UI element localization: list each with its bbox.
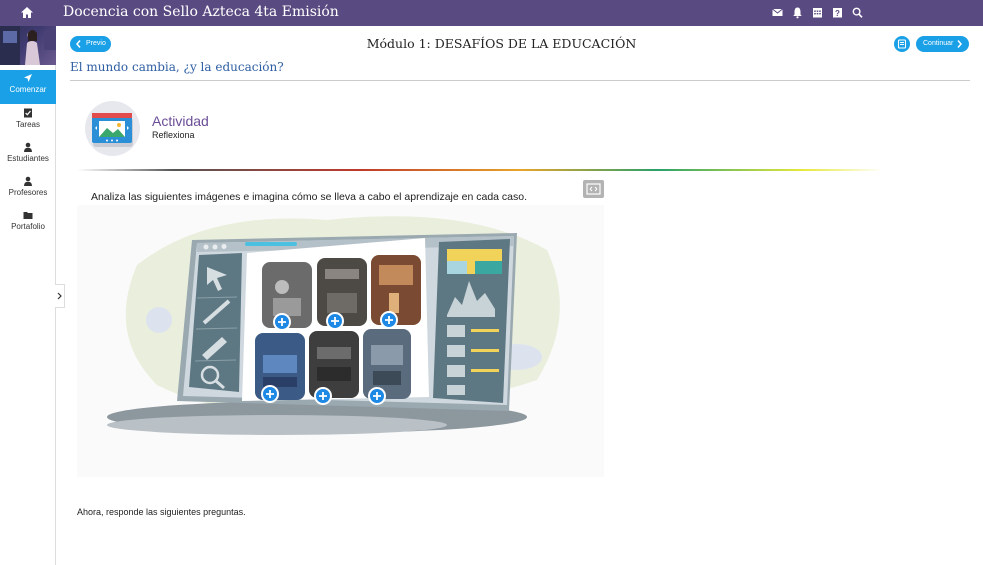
interactive-illustration [77, 205, 604, 477]
activity-subtitle: Reflexiona [152, 130, 195, 140]
activity-label: Actividad [152, 113, 209, 129]
sidebar-item-portafolio[interactable]: Portafolio [0, 207, 56, 241]
sidebar-item-label: Estudiantes [7, 154, 49, 163]
top-icons: ? [772, 6, 863, 19]
sidebar-item-comenzar[interactable]: Comenzar [0, 70, 56, 104]
sidebar-item-estudiantes[interactable]: Estudiantes [0, 139, 56, 173]
divider [70, 80, 970, 81]
save-button[interactable] [894, 36, 910, 52]
sidebar: Comenzar Tareas Estudiantes Profesores P… [0, 26, 56, 565]
navigation-arrow-icon [24, 74, 32, 82]
sidebar-toggle[interactable] [55, 284, 65, 308]
svg-text:?: ? [835, 9, 840, 18]
bell-icon[interactable] [792, 6, 803, 19]
section-title: El mundo cambia, ¿y la educación? [70, 60, 284, 74]
fullscreen-icon [586, 183, 601, 195]
sidebar-item-label: Tareas [15, 120, 40, 129]
sidebar-item-tareas[interactable]: Tareas [0, 105, 56, 139]
chevron-right-icon [957, 40, 962, 48]
save-icon [897, 39, 907, 49]
chevron-right-icon [57, 292, 62, 300]
continue-button[interactable]: Continuar [916, 36, 969, 52]
fullscreen-button[interactable] [583, 180, 604, 198]
color-divider [77, 169, 883, 171]
help-icon[interactable]: ? [832, 6, 843, 19]
mail-icon[interactable] [772, 6, 783, 19]
task-icon [24, 108, 32, 118]
top-bar: Docencia con Sello Azteca 4ta Emisión ? [0, 0, 983, 26]
home-icon[interactable] [19, 5, 35, 21]
person-icon [24, 176, 32, 186]
person-icon [24, 142, 32, 152]
app-title: Docencia con Sello Azteca 4ta Emisión [63, 4, 339, 20]
module-title: Módulo 1: DESAFÍOS DE LA EDUCACIÓN [366, 36, 637, 51]
instruction-text: Analiza las siguientes imágenes e imagin… [91, 191, 528, 203]
continue-label: Continuar [923, 40, 954, 47]
sidebar-item-label: Profesores [8, 188, 48, 197]
follow-up-text: Ahora, responde las siguientes preguntas… [77, 507, 246, 517]
sidebar-item-profesores[interactable]: Profesores [0, 173, 56, 207]
sidebar-item-label: Comenzar [9, 85, 47, 94]
sidebar-item-label: Portafolio [11, 222, 45, 231]
calendar-icon[interactable] [812, 6, 823, 19]
search-icon[interactable] [852, 6, 863, 19]
activity-icon [85, 101, 140, 156]
folder-icon [23, 212, 33, 219]
